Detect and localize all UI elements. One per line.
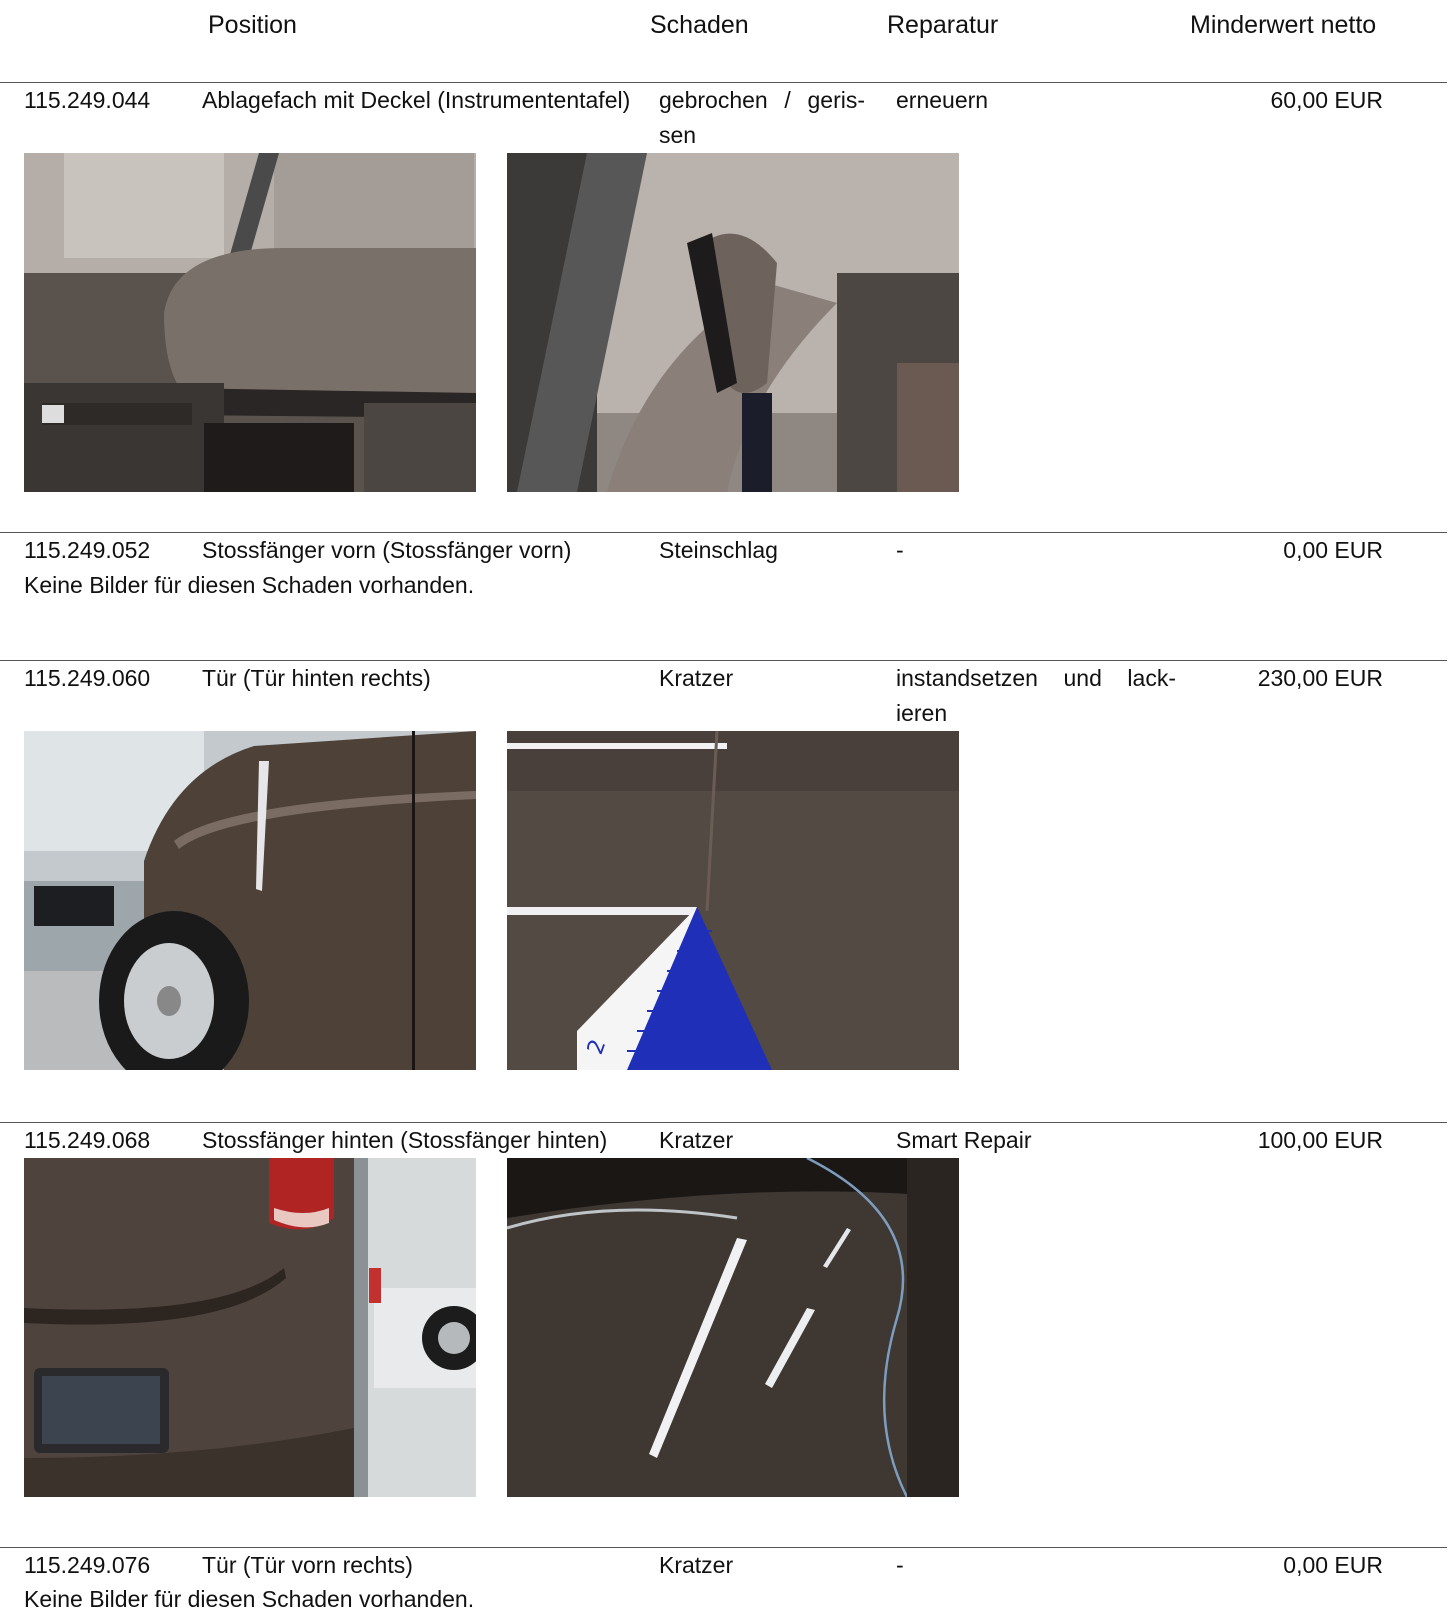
repair-type: erneuern xyxy=(896,87,989,113)
depreciation-value: 0,00 EUR xyxy=(1283,537,1383,563)
header-minderwert: Minderwert netto xyxy=(1190,11,1377,39)
position-number: 115.249.044 xyxy=(24,87,151,113)
armrest-photo xyxy=(24,153,476,492)
rear-door-photo xyxy=(24,731,476,1070)
position-number: 115.249.060 xyxy=(24,665,151,691)
header-reparatur: Reparatur xyxy=(887,11,999,39)
header-schaden: Schaden xyxy=(650,11,749,39)
depreciation-value: 60,00 EUR xyxy=(1270,87,1383,113)
depreciation-value: 100,00 EUR xyxy=(1257,1127,1383,1153)
position-number: 115.249.076 xyxy=(24,1552,151,1578)
position-name: Tür (Tür vorn rechts) xyxy=(202,1552,413,1578)
position-name: Ablagefach mit Deckel (Instrumententafel… xyxy=(202,87,631,113)
position-number: 115.249.052 xyxy=(24,537,151,563)
damage-type: Kratzer xyxy=(659,665,734,691)
position-number: 115.249.068 xyxy=(24,1127,151,1153)
header-position: Position xyxy=(208,11,297,39)
repair-type-continued: ieren xyxy=(896,700,948,726)
damage-type: gebrochen / geris- xyxy=(659,87,865,113)
scratch-closeup-ruler-photo: 2 xyxy=(507,731,959,1070)
rear-bumper-photo xyxy=(24,1158,476,1497)
damage-type: Steinschlag xyxy=(659,537,778,563)
no-images-note: Keine Bilder für diesen Schaden vorhande… xyxy=(24,572,475,598)
position-name: Stossfänger hinten (Stossfänger hinten) xyxy=(202,1127,608,1153)
no-images-note: Keine Bilder für diesen Schaden vorhande… xyxy=(24,1586,475,1612)
damage-type: Kratzer xyxy=(659,1552,734,1578)
repair-type: - xyxy=(896,1552,904,1578)
rear-bumper-closeup-photo xyxy=(507,1158,959,1497)
damage-type: Kratzer xyxy=(659,1127,734,1153)
repair-type: - xyxy=(896,537,904,563)
repair-type: instandsetzen und lack- xyxy=(896,665,1176,691)
depreciation-value: 230,00 EUR xyxy=(1257,665,1383,691)
repair-type: Smart Repair xyxy=(896,1127,1032,1153)
position-name: Tür (Tür hinten rechts) xyxy=(202,665,431,691)
position-name: Stossfänger vorn (Stossfänger vorn) xyxy=(202,537,572,563)
armrest-hinge-photo xyxy=(507,153,959,492)
damage-type-continued: sen xyxy=(659,122,697,148)
depreciation-value: 0,00 EUR xyxy=(1283,1552,1383,1578)
